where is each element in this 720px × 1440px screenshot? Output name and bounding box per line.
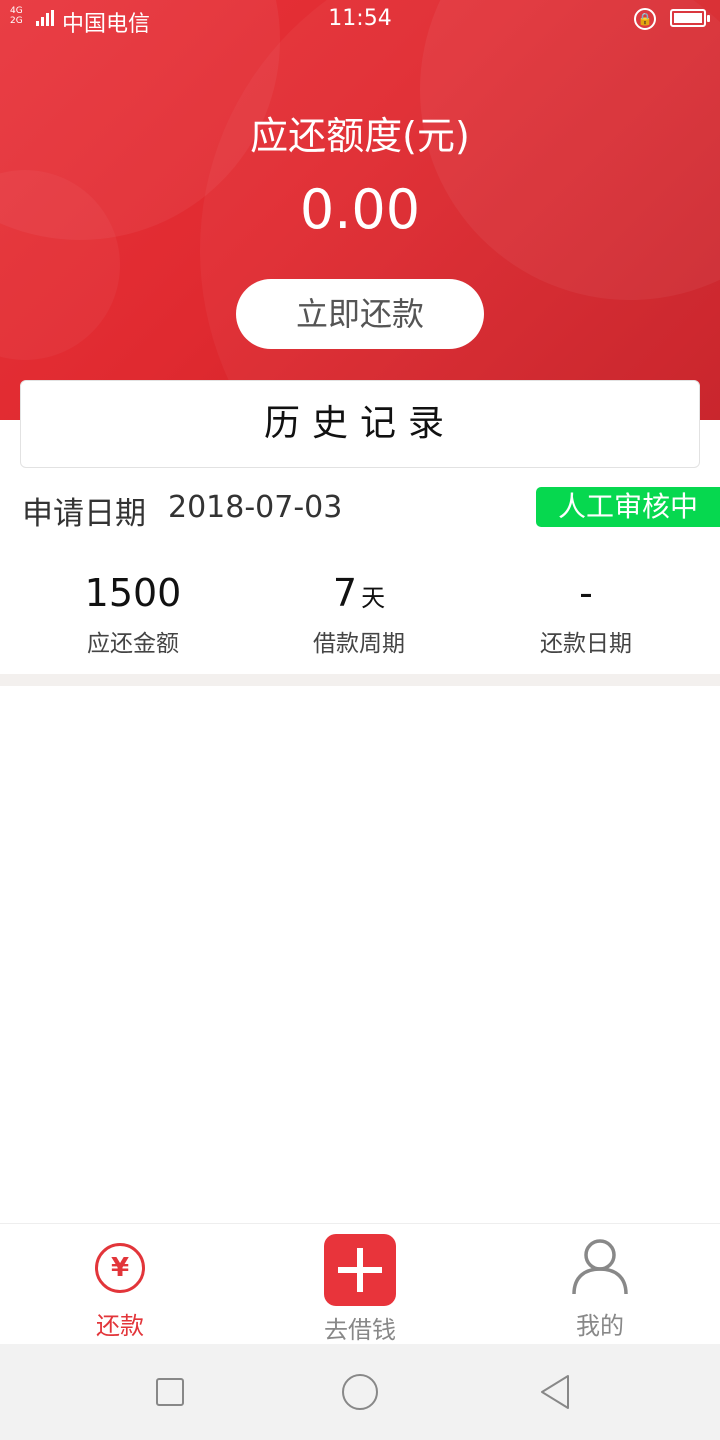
stat-label: 还款日期 xyxy=(540,631,632,657)
status-bar: 4G 2G 中国电信 11:54 🔒 xyxy=(0,0,720,38)
apply-date-label: 申请日期 xyxy=(22,496,146,532)
tab-borrow[interactable]: 去借钱 xyxy=(240,1224,480,1345)
tab-label: 还款 xyxy=(96,1312,144,1340)
home-button[interactable] xyxy=(342,1374,378,1410)
system-nav-bar xyxy=(0,1344,720,1440)
stat-repay-amount: 1500 应还金额 xyxy=(13,570,253,658)
history-records-header[interactable]: 历史记录 xyxy=(20,380,700,468)
repay-now-button[interactable]: 立即还款 xyxy=(236,279,484,349)
rotation-lock-icon: 🔒 xyxy=(634,8,656,30)
tab-repay[interactable]: ¥ 还款 xyxy=(0,1224,240,1345)
stat-loan-period: 7天 借款周期 xyxy=(239,570,479,658)
battery-icon xyxy=(670,9,710,27)
stat-unit: 天 xyxy=(361,584,386,612)
bottom-tab-bar: ¥ 还款 去借钱 我的 xyxy=(0,1223,720,1345)
back-button[interactable] xyxy=(538,1374,572,1410)
apply-date-value: 2018-07-03 xyxy=(168,490,343,525)
stat-value: 7 xyxy=(332,571,358,615)
clock: 11:54 xyxy=(328,6,392,31)
header-banner: 4G 2G 中国电信 11:54 🔒 应还额度(元) 0.00 立即还款 xyxy=(0,0,720,420)
tab-mine[interactable]: 我的 xyxy=(480,1224,720,1345)
section-divider xyxy=(0,674,720,686)
stat-value: - xyxy=(579,571,593,615)
yen-circle-icon: ¥ xyxy=(95,1243,145,1293)
tab-label: 我的 xyxy=(576,1312,624,1340)
stat-label: 借款周期 xyxy=(313,631,405,657)
plus-icon xyxy=(324,1234,396,1306)
recents-button[interactable] xyxy=(156,1378,184,1406)
tab-label: 去借钱 xyxy=(324,1316,396,1344)
person-icon xyxy=(572,1239,628,1295)
stat-value: 1500 xyxy=(84,571,182,615)
repay-amount-title: 应还额度(元) xyxy=(250,114,470,158)
status-badge: 人工审核中 xyxy=(536,487,720,527)
stat-repay-date: - 还款日期 xyxy=(466,570,706,658)
repay-amount-value: 0.00 xyxy=(299,178,421,241)
stat-label: 应还金额 xyxy=(87,631,179,657)
